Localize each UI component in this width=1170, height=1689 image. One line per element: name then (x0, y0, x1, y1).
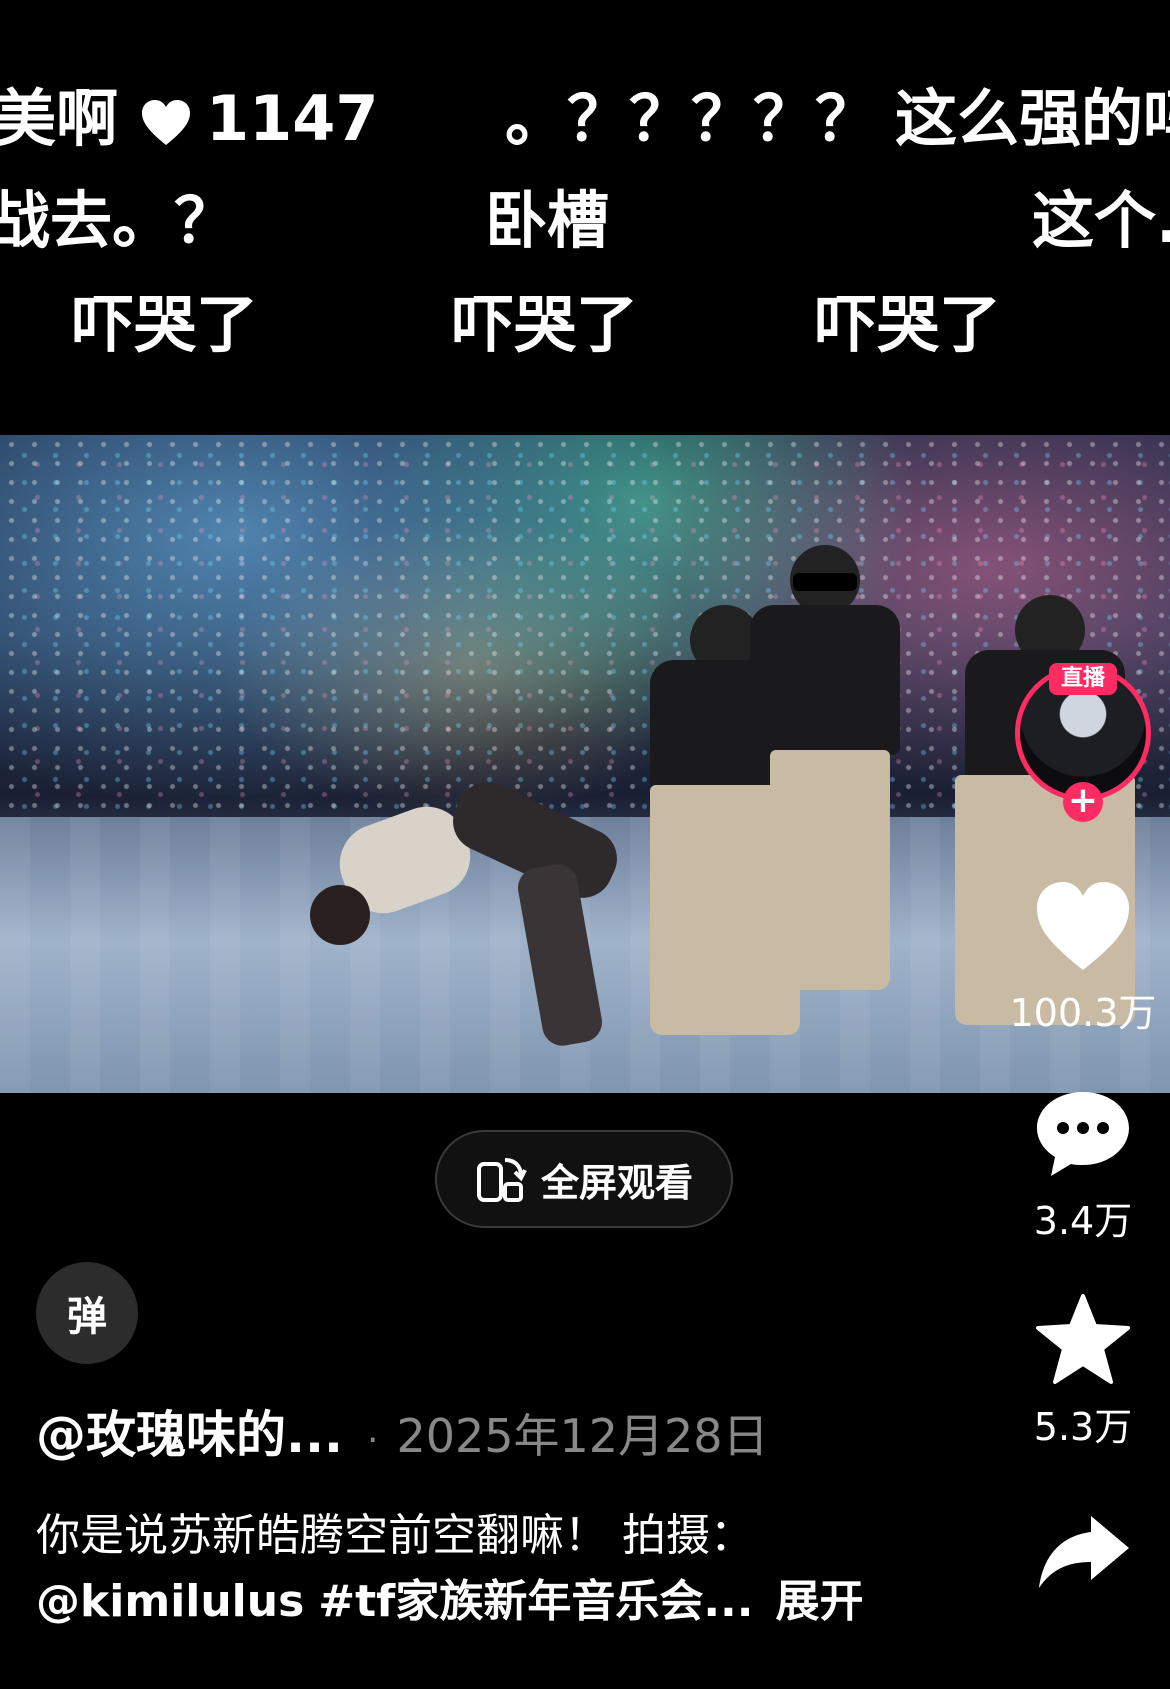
author-avatar[interactable]: 直播 + (1015, 663, 1151, 822)
danmu-toggle-button[interactable]: 弹 (36, 1262, 138, 1364)
star-icon (1036, 1294, 1130, 1384)
author-name[interactable]: @玫瑰味的... (36, 1406, 343, 1464)
danmu-row-2-b: 卧槽 (485, 184, 610, 257)
share-arrow-icon (1039, 1516, 1129, 1588)
like-count: 100.3万 (1009, 991, 1157, 1035)
fullscreen-button[interactable]: 全屏观看 (435, 1130, 733, 1228)
heart-icon (140, 99, 192, 147)
video-player[interactable] (0, 435, 1170, 1093)
danmu-row-1: 美啊 1147 (0, 82, 379, 155)
danmu-row-1-c: 这么强的吗 (895, 82, 1170, 155)
danmu-row-2-c: 这个... (1032, 184, 1170, 257)
like-button[interactable]: 100.3万 (1008, 880, 1158, 1037)
post-date: 2025年12月28日 (396, 1409, 769, 1463)
fullscreen-label: 全屏观看 (540, 1160, 693, 1205)
share-button[interactable] (1008, 1512, 1158, 1596)
expand-button[interactable]: 展开 (775, 1576, 863, 1627)
video-caption: 你是说苏新皓腾空前空翻嘛！ 拍摄： @kimilulus #tf家族新年音乐会.… (36, 1503, 896, 1635)
danmu-row-3-b: 吓哭了 (452, 288, 639, 361)
comment-count: 3.4万 (1033, 1199, 1133, 1243)
danmu-row-3: 吓哭了 (72, 288, 259, 361)
live-badge: 直播 (1049, 663, 1117, 695)
comment-button[interactable]: 3.4万 (1008, 1088, 1158, 1245)
heart-icon (1037, 882, 1129, 970)
rotate-phone-icon (476, 1158, 527, 1202)
danmu-row-1-b: 。？？？？？ (505, 82, 878, 155)
author-line: @玫瑰味的... · 2025年12月28日 (36, 1395, 769, 1467)
separator-dot: · (366, 1420, 379, 1461)
caption-mention[interactable]: @kimilulus (36, 1576, 304, 1627)
favorite-count: 5.3万 (1033, 1405, 1133, 1449)
follow-button[interactable]: + (1063, 782, 1103, 822)
caption-text: 你是说苏新皓腾空前空翻嘛！ 拍摄： (36, 1510, 754, 1561)
danmu-toggle-label: 弹 (67, 1294, 107, 1340)
favorite-button[interactable]: 5.3万 (1008, 1292, 1158, 1451)
danmu-row-2: 战去。？ (0, 184, 237, 257)
caption-hashtag[interactable]: #tf家族新年音乐会... (318, 1576, 753, 1627)
comment-icon (1037, 1092, 1129, 1176)
danmu-row-3-c: 吓哭了 (815, 288, 1002, 361)
